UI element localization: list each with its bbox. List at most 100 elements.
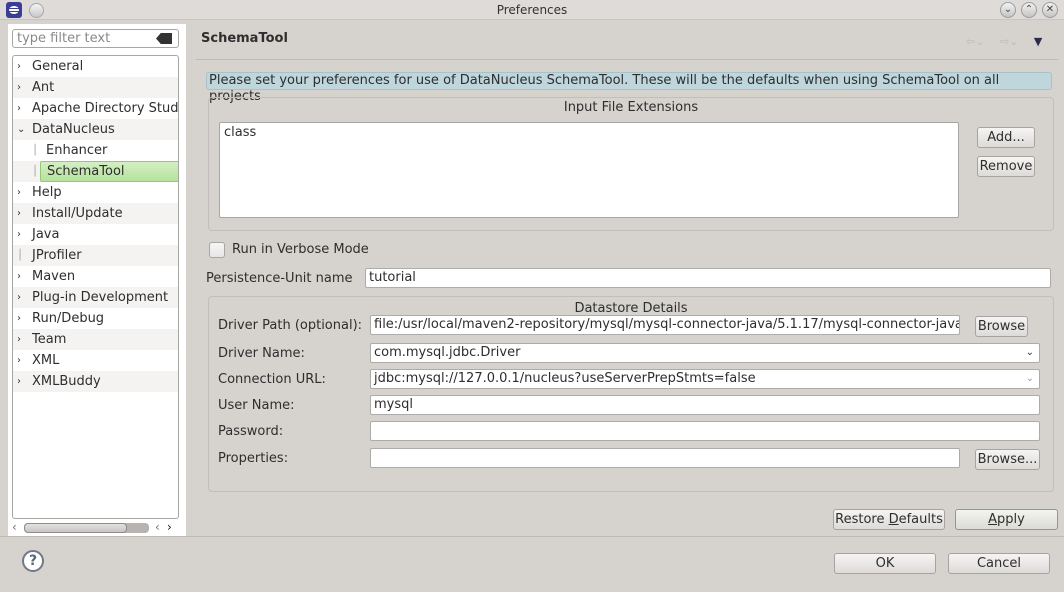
cancel-button[interactable]: Cancel (948, 553, 1050, 574)
tree-item[interactable]: │ JProfiler (13, 245, 178, 266)
title-bar: Preferences ⌄ ⌃ ✕ (0, 0, 1064, 20)
tree-item[interactable]: › Install/Update (13, 203, 178, 224)
tree-item[interactable]: › XMLBuddy (13, 371, 178, 392)
chevron-right-icon[interactable]: › (17, 182, 27, 203)
tree-item[interactable]: › Apache Directory Studio (13, 98, 178, 119)
tree-item[interactable]: › Team (13, 329, 178, 350)
label: pply (997, 512, 1025, 527)
page-nav: ⇦⌄ ⇨⌄ ▼ (966, 35, 1042, 48)
tree-item[interactable]: › Plug-in Development (13, 287, 178, 308)
extensions-list[interactable]: class (219, 122, 959, 218)
chevron-right-icon[interactable]: › (17, 203, 27, 224)
driver-name-combo[interactable]: com.mysql.jdbc.Driver ⌄ (370, 343, 1040, 363)
minimize-button[interactable]: ⌄ (1000, 2, 1016, 18)
password-input[interactable] (370, 421, 1040, 441)
verbose-checkbox[interactable] (209, 242, 225, 258)
tree-item[interactable]: › Java (13, 224, 178, 245)
group-title: Input File Extensions (563, 100, 699, 115)
pu-input[interactable]: tutorial (365, 268, 1051, 288)
chevron-right-icon[interactable]: › (17, 287, 27, 308)
properties-input[interactable] (370, 448, 960, 468)
password-label: Password: (218, 424, 284, 439)
mnemonic: A (988, 512, 998, 527)
divider (196, 59, 1058, 60)
close-button[interactable]: ✕ (1042, 2, 1058, 18)
tree-item-label: Plug-in Development (32, 290, 169, 305)
browse-driver-button[interactable]: Browse (975, 316, 1028, 337)
driver-path-input[interactable]: file:/usr/local/maven2-repository/mysql/… (370, 315, 960, 335)
tree-item[interactable]: › General (13, 56, 178, 77)
tree-item-label: Maven (32, 269, 76, 284)
page-title: SchemaTool (201, 31, 288, 46)
chevron-right-icon[interactable]: › (17, 77, 27, 98)
tree-item[interactable]: › Ant (13, 77, 178, 98)
tree-item[interactable]: ⌄ DataNucleus (13, 119, 178, 140)
driver-name-label: Driver Name: (218, 346, 305, 361)
browse-properties-button[interactable]: Browse... (975, 449, 1040, 470)
pu-label: Persistence-Unit name (206, 271, 353, 286)
window-title: Preferences (496, 3, 568, 17)
label: efaults (898, 512, 943, 527)
back-icon[interactable]: ⇦⌄ (966, 35, 984, 48)
tree-item-label: General (32, 59, 84, 74)
tree-item-label: SchemaTool (40, 161, 178, 182)
divider (0, 536, 1064, 537)
tree-item[interactable]: › XML (13, 350, 178, 371)
combo-value: com.mysql.jdbc.Driver (374, 345, 521, 360)
combo-value: jdbc:mysql://127.0.0.1/nucleus?useServer… (374, 371, 756, 386)
tree-item[interactable]: › Run/Debug (13, 308, 178, 329)
remove-button[interactable]: Remove (977, 156, 1035, 177)
list-item[interactable]: class (224, 125, 954, 140)
chevron-down-icon[interactable]: ⌄ (1026, 344, 1034, 362)
tree-line-icon: │ (17, 250, 24, 261)
user-label: User Name: (218, 398, 295, 413)
add-button[interactable]: Add... (977, 127, 1035, 148)
tree-item-label: Enhancer (46, 143, 108, 158)
view-menu-icon[interactable]: ▼ (1034, 35, 1042, 48)
maximize-button[interactable]: ⌃ (1021, 2, 1037, 18)
url-combo[interactable]: jdbc:mysql://127.0.0.1/nucleus?useServer… (370, 369, 1040, 389)
forward-icon[interactable]: ⇨⌄ (1000, 35, 1018, 48)
filter-input[interactable]: type filter text (12, 29, 179, 48)
tree-item-label: Run/Debug (32, 311, 105, 326)
chevron-right-icon[interactable]: › (17, 371, 27, 392)
label: Restore (835, 512, 889, 527)
apply-button[interactable]: Apply (955, 509, 1058, 530)
tree-item-label: Ant (32, 80, 55, 95)
page-description: Please set your preferences for use of D… (206, 72, 1052, 104)
chevron-right-icon[interactable]: › (17, 308, 27, 329)
restore-defaults-button[interactable]: Restore Defaults (833, 509, 945, 530)
mnemonic: D (888, 512, 899, 527)
preference-tree: › General › Ant › Apache Directory Studio ⌄ Dat… (12, 55, 179, 519)
chevron-right-icon[interactable]: › (17, 329, 27, 350)
chevron-right-icon[interactable]: › (17, 56, 27, 77)
horizontal-scrollbar[interactable]: ‹ ‹ › (12, 520, 179, 535)
scroll-thumb[interactable] (24, 523, 127, 533)
driver-path-label: Driver Path (optional): (218, 318, 363, 333)
chevron-right-icon[interactable]: › (17, 350, 27, 371)
scroll-right-icon[interactable]: › (167, 520, 172, 534)
chevron-right-icon[interactable]: › (17, 266, 27, 287)
chevron-right-icon[interactable]: › (17, 224, 27, 245)
tree-item[interactable]: │ SchemaTool (13, 161, 178, 182)
chevron-down-icon[interactable]: ⌄ (1026, 370, 1034, 388)
scroll-left-icon[interactable]: ‹ (155, 520, 160, 534)
tree-item[interactable]: │ Enhancer (13, 140, 178, 161)
tree-item-label: Apache Directory Studio (32, 101, 179, 116)
verbose-label: Run in Verbose Mode (232, 242, 369, 257)
tree-item-label: Java (32, 227, 60, 242)
properties-label: Properties: (218, 451, 289, 466)
chevron-right-icon[interactable]: › (17, 98, 27, 119)
preference-sidebar: type filter text › General › Ant › Apache Dir… (8, 24, 186, 536)
tree-item[interactable]: › Maven (13, 266, 178, 287)
tree-line-icon: │ (32, 145, 39, 156)
scroll-left-icon[interactable]: ‹ (12, 520, 17, 534)
tree-item-label: Team (32, 332, 67, 347)
user-input[interactable]: mysql (370, 395, 1040, 415)
tree-item-label: Help (32, 185, 62, 200)
tree-item[interactable]: › Help (13, 182, 178, 203)
help-icon[interactable]: ? (22, 550, 44, 572)
ok-button[interactable]: OK (834, 553, 936, 574)
tree-item-label: XML (32, 353, 60, 368)
chevron-down-icon[interactable]: ⌄ (17, 119, 27, 140)
